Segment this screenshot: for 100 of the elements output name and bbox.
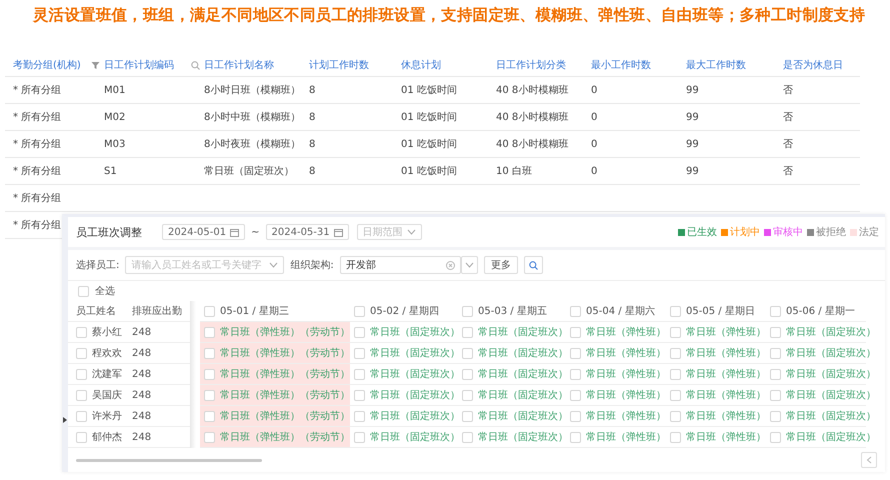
shift-label[interactable]: 常日班（固定班次） [478,346,568,360]
checkbox[interactable] [76,432,87,442]
checkbox[interactable] [570,390,581,400]
more-button[interactable]: 更多 [484,256,518,274]
checkbox[interactable] [462,390,473,400]
checkbox[interactable] [204,348,215,358]
checkbox[interactable] [204,432,215,442]
shift-label[interactable]: 常日班（固定班次） [370,367,460,381]
checkbox[interactable] [76,368,87,380]
checkbox[interactable] [462,306,473,316]
shift-label[interactable]: 常日班（弹性班）（劳动节） [220,409,350,423]
expand-handle-icon[interactable] [63,417,67,423]
search-button[interactable] [524,256,543,274]
shift-label[interactable]: 常日班（弹性班） [686,346,766,360]
shift-label[interactable]: 常日班（弹性班） [586,388,666,402]
checkbox[interactable] [354,326,365,338]
shift-label[interactable]: 常日班（弹性班） [686,325,766,339]
checkbox[interactable] [204,410,215,422]
checkbox[interactable] [76,348,87,358]
checkbox[interactable] [670,410,681,422]
column-header[interactable]: 最大工作时数 [686,58,746,72]
shift-label[interactable]: 常日班（固定班次） [370,388,460,402]
checkbox[interactable] [770,390,781,400]
range-select[interactable]: 日期范围 [356,224,422,240]
org-select-field[interactable]: 开发部 [340,256,461,274]
column-header[interactable]: 日工作计划名称 [204,58,274,72]
checkbox[interactable] [570,410,581,422]
checkbox[interactable] [78,286,89,296]
column-header[interactable]: 是否为休息日 [783,58,843,72]
date-field[interactable]: 2024-05-01 [162,224,246,240]
shift-label[interactable]: 常日班（固定班次） [478,367,568,381]
shift-label[interactable]: 常日班（固定班次） [478,325,568,339]
checkbox[interactable] [670,326,681,338]
checkbox[interactable] [570,348,581,358]
column-header[interactable]: 考勤分组(机构) [13,58,81,72]
checkbox[interactable] [462,432,473,442]
shift-label[interactable]: 常日班（弹性班）（劳动节） [220,388,350,402]
checkbox[interactable] [570,368,581,380]
shift-label[interactable]: 常日班（固定班次） [786,367,876,381]
checkbox[interactable] [204,368,215,380]
shift-label[interactable]: 常日班（弹性班）（劳动节） [220,367,350,381]
shift-label[interactable]: 常日班（弹性班） [586,346,666,360]
shift-label[interactable]: 常日班（弹性班）（劳动节） [220,325,350,339]
shift-label[interactable]: 常日班（固定班次） [786,430,876,444]
clear-icon[interactable] [446,260,455,270]
shift-label[interactable]: 常日班（固定班次） [478,430,568,444]
checkbox[interactable] [462,410,473,422]
shift-label[interactable]: 常日班（固定班次） [370,325,460,339]
shift-label[interactable]: 常日班（固定班次） [478,409,568,423]
shift-label[interactable]: 常日班（弹性班） [586,367,666,381]
scrollbar[interactable] [76,458,262,462]
checkbox[interactable] [770,368,781,380]
checkbox[interactable] [570,326,581,338]
shift-label[interactable]: 常日班（固定班次） [370,409,460,423]
checkbox[interactable] [354,368,365,380]
date-field[interactable]: 2024-05-31 [266,224,349,240]
search-icon[interactable] [191,60,200,70]
shift-label[interactable]: 常日班（弹性班） [686,409,766,423]
checkbox[interactable] [354,410,365,422]
column-header[interactable]: 日工作计划编码 [104,58,174,72]
shift-label[interactable]: 常日班（固定班次） [786,388,876,402]
checkbox[interactable] [670,390,681,400]
checkbox[interactable] [670,348,681,358]
shift-label[interactable]: 常日班（弹性班） [586,325,666,339]
checkbox[interactable] [770,306,781,316]
checkbox[interactable] [770,348,781,358]
shift-label[interactable]: 常日班（弹性班） [686,388,766,402]
checkbox[interactable] [204,390,215,400]
dropdown-button[interactable] [460,256,478,274]
checkbox[interactable] [670,432,681,442]
checkbox[interactable] [770,410,781,422]
checkbox[interactable] [354,306,365,316]
column-header[interactable]: 最小工作时数 [591,58,651,72]
shift-label[interactable]: 常日班（弹性班） [586,409,666,423]
shift-label[interactable]: 常日班（固定班次） [786,409,876,423]
checkbox[interactable] [76,410,87,422]
shift-label[interactable]: 常日班（固定班次） [786,346,876,360]
column-header[interactable]: 计划工作时数 [309,58,369,72]
shift-label[interactable]: 常日班（固定班次） [478,388,568,402]
column-header[interactable]: 日工作计划分类 [496,58,566,72]
checkbox[interactable] [570,306,581,316]
checkbox[interactable] [462,326,473,338]
column-header[interactable]: 休息计划 [401,58,441,72]
shift-label[interactable]: 常日班（弹性班） [686,430,766,444]
shift-label[interactable]: 常日班（弹性班）（劳动节） [220,346,350,360]
shift-label[interactable]: 常日班（弹性班） [686,367,766,381]
shift-label[interactable]: 常日班（固定班次） [370,346,460,360]
checkbox[interactable] [354,348,365,358]
shift-label[interactable]: 常日班（固定班次） [370,430,460,444]
checkbox[interactable] [770,326,781,338]
prev-page-button[interactable] [861,452,877,468]
checkbox[interactable] [204,306,215,316]
checkbox[interactable] [670,368,681,380]
checkbox[interactable] [76,326,87,338]
checkbox[interactable] [76,390,87,400]
shift-label[interactable]: 常日班（弹性班） [586,430,666,444]
checkbox[interactable] [570,432,581,442]
checkbox[interactable] [354,432,365,442]
checkbox[interactable] [354,390,365,400]
checkbox[interactable] [770,432,781,442]
